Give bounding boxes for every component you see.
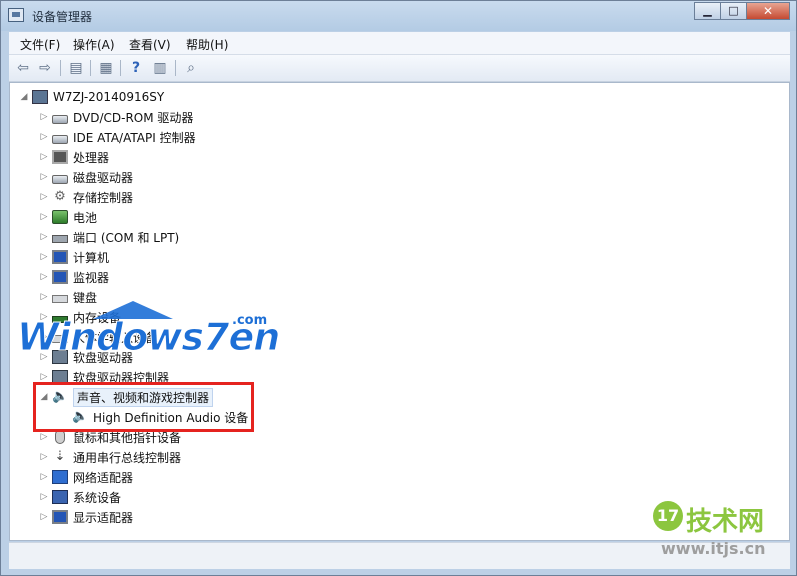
toolbar-separator (120, 60, 121, 76)
close-button[interactable]: ✕ (746, 2, 790, 20)
watermark-suffix: .com (232, 313, 268, 328)
processor-icon (52, 150, 68, 164)
menu-action[interactable]: 操作(A) (73, 36, 115, 53)
expand-arrow-icon[interactable]: ▷ (40, 372, 48, 382)
expand-arrow-icon[interactable]: ▷ (40, 192, 48, 202)
expand-arrow-icon[interactable]: ▷ (40, 152, 48, 162)
disk-drive-icon (52, 174, 68, 184)
tree-item[interactable]: ▷ DVD/CD-ROM 驱动器 (40, 107, 194, 127)
network-adapter-icon (52, 470, 68, 484)
tree-item-label: 监视器 (73, 270, 110, 285)
computer-icon (52, 250, 68, 264)
expand-arrow-icon[interactable]: ▷ (40, 512, 48, 522)
properties-icon[interactable]: ▦ (96, 59, 116, 77)
tree-item[interactable]: ▷ 系统设备 (40, 487, 121, 507)
site-logo-name: 技术网 (686, 507, 765, 537)
dvd-drive-icon (52, 114, 68, 124)
tree-item-label: IDE ATA/ATAPI 控制器 (73, 130, 196, 145)
expand-arrow-icon[interactable]: ▷ (40, 272, 48, 282)
tree-item[interactable]: ▷ 电池 (40, 207, 97, 227)
system-device-icon (52, 490, 68, 504)
help-icon[interactable]: ? (126, 59, 146, 77)
tree-item-label: 处理器 (73, 150, 110, 165)
tree-root[interactable]: ◢ W7ZJ-20140916SY (20, 87, 164, 107)
ide-controller-icon (52, 134, 68, 144)
expand-arrow-icon[interactable]: ▷ (40, 432, 48, 442)
expand-arrow-icon[interactable]: ▷ (40, 212, 48, 222)
tree-item-label: 显示适配器 (73, 510, 134, 525)
tree-item-label: DVD/CD-ROM 驱动器 (73, 110, 194, 125)
site-logo-url: www.itjs.cn (661, 539, 766, 558)
tree-item[interactable]: ▷ IDE ATA/ATAPI 控制器 (40, 127, 196, 147)
minimize-button[interactable]: ▁ (694, 2, 721, 20)
red-highlight-box (33, 382, 254, 432)
tree-item[interactable]: ▷ ⚙ 存储控制器 (40, 187, 133, 207)
root-label: W7ZJ-20140916SY (53, 90, 165, 104)
computer-icon (32, 90, 48, 104)
expand-arrow-icon[interactable]: ▷ (40, 252, 48, 262)
expand-arrow-icon[interactable]: ▷ (40, 472, 48, 482)
window-title: 设备管理器 (32, 10, 93, 24)
tree-item[interactable]: ▷ 端口 (COM 和 LPT) (40, 227, 180, 247)
list-view-icon[interactable]: ▥ (150, 59, 170, 77)
display-adapter-icon (52, 510, 68, 524)
tree-item-label: 计算机 (73, 250, 110, 265)
expand-arrow-icon[interactable]: ▷ (40, 172, 48, 182)
device-manager-icon (8, 8, 24, 22)
tree-item[interactable]: ▷ 网络适配器 (40, 467, 133, 487)
scan-hardware-icon[interactable]: ⌕ (181, 59, 201, 77)
show-hide-tree-icon[interactable]: ▤ (66, 59, 86, 77)
collapse-arrow-icon[interactable]: ◢ (20, 92, 28, 102)
tree-item-label: 磁盘驱动器 (73, 170, 134, 185)
expand-arrow-icon[interactable]: ▷ (40, 232, 48, 242)
tree-item[interactable]: ▷ 计算机 (40, 247, 109, 267)
mouse-icon (55, 430, 65, 444)
tree-item[interactable]: ▷ 磁盘驱动器 (40, 167, 133, 187)
device-manager-window: 设备管理器 ▁ □ ✕ 文件(F) 操作(A) 查看(V) 帮助(H) ⇦ ⇨ … (0, 0, 797, 576)
site-logo-badge: 17 (653, 501, 683, 531)
windows7en-watermark: Windows7en .com (16, 301, 281, 361)
tree-item[interactable]: ▷ ⇣ 通用串行总线控制器 (40, 447, 181, 467)
tree-item[interactable]: ▷ 显示适配器 (40, 507, 133, 527)
tree-item-label: 电池 (73, 210, 98, 225)
menu-help[interactable]: 帮助(H) (186, 36, 228, 53)
storage-controller-icon: ⚙ (54, 189, 66, 204)
tree-item-label: 端口 (COM 和 LPT) (73, 230, 180, 245)
maximize-button[interactable]: □ (720, 2, 747, 20)
toolbar: ⇦ ⇨ ▤ ▦ ? ▥ ⌕ (9, 55, 790, 82)
toolbar-separator (90, 60, 91, 76)
tree-item-label: 网络适配器 (73, 470, 134, 485)
tree-item[interactable]: ▷ 处理器 (40, 147, 109, 167)
forward-arrow-icon[interactable]: ⇨ (35, 59, 55, 77)
tree-item-label: 存储控制器 (73, 190, 134, 205)
menu-file[interactable]: 文件(F) (20, 36, 60, 53)
usb-icon: ⇣ (54, 449, 66, 464)
expand-arrow-icon[interactable]: ▷ (40, 112, 48, 122)
menu-view[interactable]: 查看(V) (129, 36, 171, 53)
tree-item[interactable]: ▷ 监视器 (40, 267, 109, 287)
menu-bar: 文件(F) 操作(A) 查看(V) 帮助(H) (9, 32, 790, 55)
expand-arrow-icon[interactable]: ▷ (40, 132, 48, 142)
window-controls: ▁ □ ✕ (694, 2, 790, 20)
monitor-icon (52, 270, 68, 284)
battery-icon (52, 210, 68, 224)
port-icon (52, 234, 68, 243)
expand-arrow-icon[interactable]: ▷ (40, 492, 48, 502)
tree-item-label: 通用串行总线控制器 (73, 450, 182, 465)
back-arrow-icon[interactable]: ⇦ (13, 59, 33, 77)
tree-item-label: 系统设备 (73, 490, 122, 505)
title-bar[interactable]: 设备管理器 ▁ □ ✕ (1, 1, 796, 31)
expand-arrow-icon[interactable]: ▷ (40, 452, 48, 462)
toolbar-separator (175, 60, 176, 76)
toolbar-separator (60, 60, 61, 76)
